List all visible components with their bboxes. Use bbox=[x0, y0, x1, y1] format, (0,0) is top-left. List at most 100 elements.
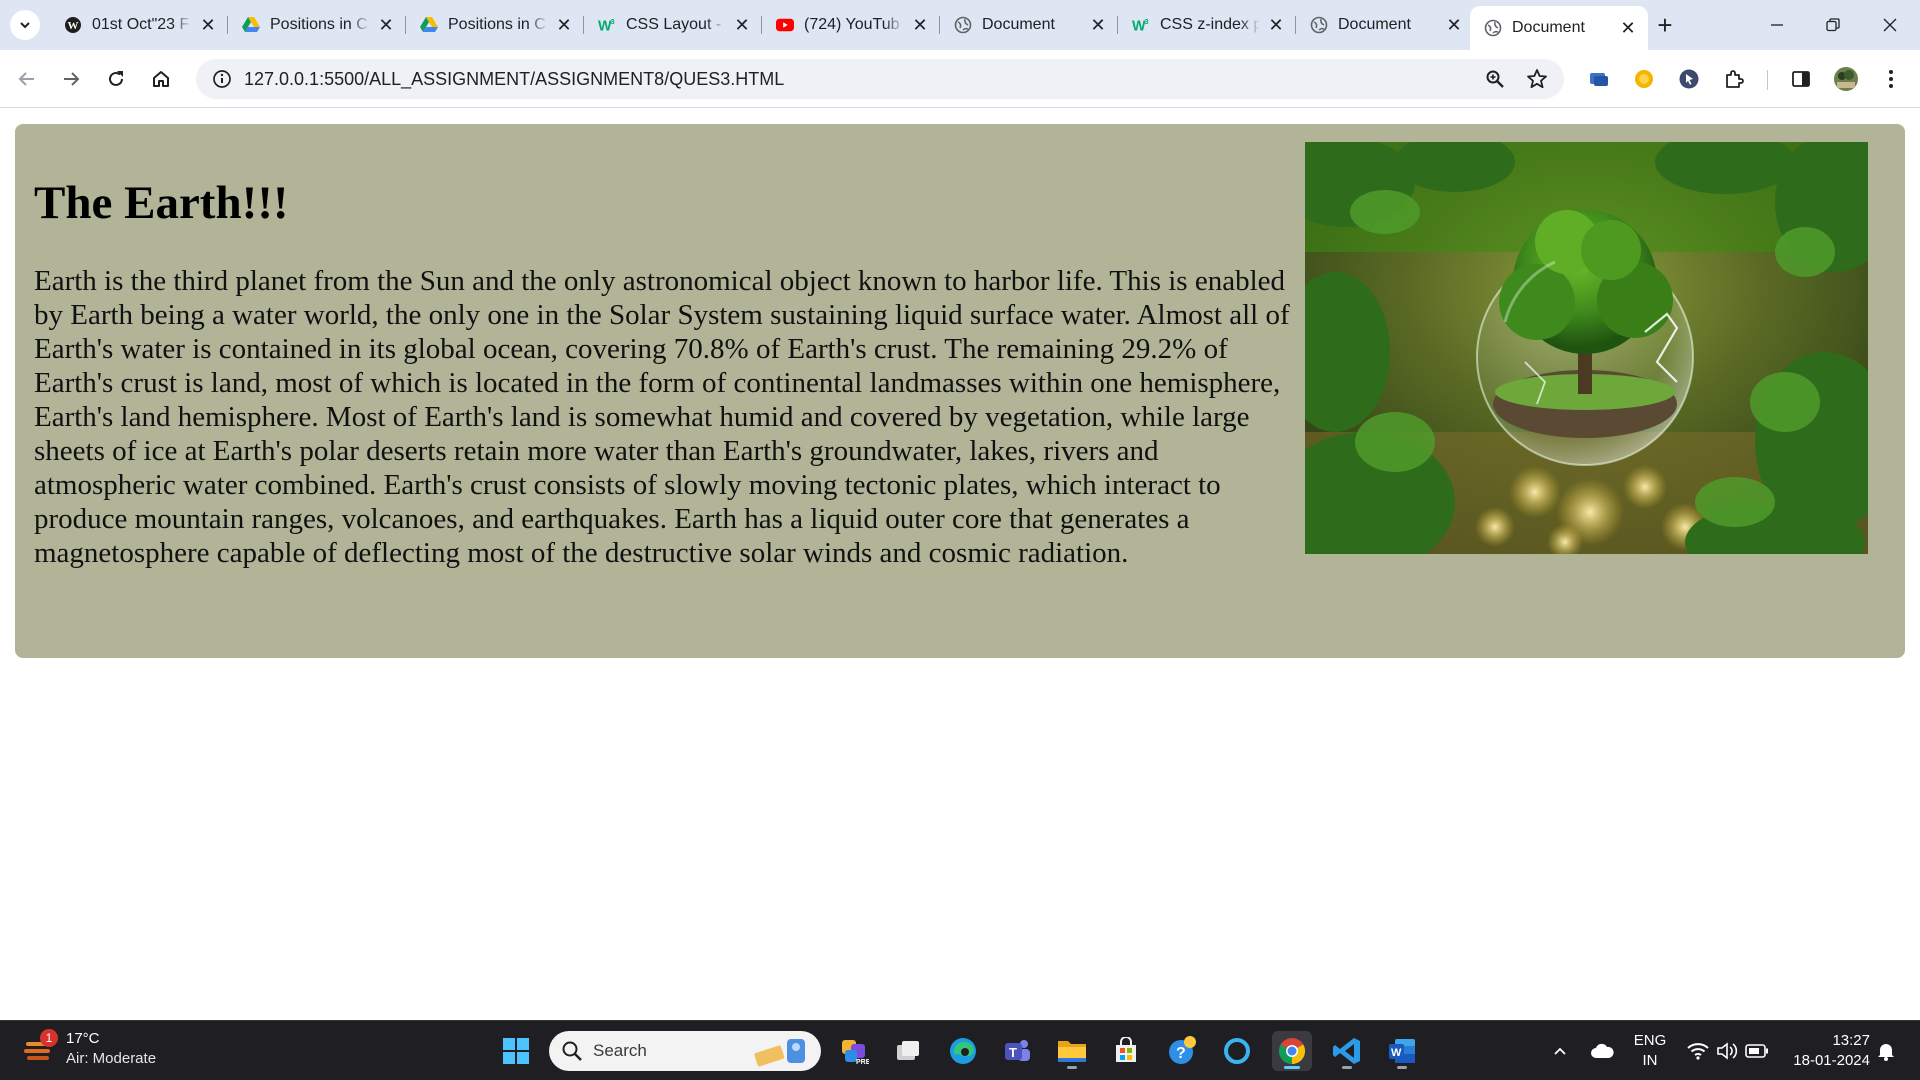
microsoft-store-app[interactable] bbox=[1106, 1031, 1146, 1071]
browser-menu-button[interactable] bbox=[1874, 62, 1908, 96]
extensions-menu-button[interactable] bbox=[1717, 62, 1751, 96]
back-button[interactable] bbox=[10, 62, 44, 96]
address-bar[interactable]: 127.0.0.1:5500/ALL_ASSIGNMENT/ASSIGNMENT… bbox=[196, 59, 1564, 99]
side-panel-icon bbox=[1792, 71, 1810, 87]
url-text[interactable]: 127.0.0.1:5500/ALL_ASSIGNMENT/ASSIGNMENT… bbox=[244, 69, 784, 90]
battery-tray[interactable] bbox=[1742, 1021, 1772, 1080]
get-help-app[interactable]: ? bbox=[1162, 1031, 1202, 1071]
reload-button[interactable] bbox=[99, 62, 133, 96]
task-view-app[interactable] bbox=[888, 1031, 928, 1071]
close-icon[interactable]: ✕ bbox=[554, 15, 574, 35]
globe-icon bbox=[954, 16, 972, 34]
browser-tab[interactable]: Positions in C ✕ bbox=[406, 8, 584, 42]
browser-tab[interactable]: Document ✕ bbox=[1296, 8, 1474, 42]
toolbar-divider bbox=[1767, 70, 1768, 90]
svg-text:3: 3 bbox=[611, 17, 615, 26]
youtube-icon bbox=[776, 16, 794, 34]
puzzle-icon bbox=[1726, 70, 1744, 88]
language-code: ENG bbox=[1633, 1032, 1667, 1049]
wordpress-icon: W bbox=[64, 16, 82, 34]
cloud-icon bbox=[1591, 1043, 1614, 1058]
page-title: The Earth!!! bbox=[34, 177, 289, 229]
earth-card: The Earth!!! Earth is the third planet f… bbox=[15, 124, 1905, 658]
help-icon: ? bbox=[1169, 1036, 1196, 1064]
close-window-button[interactable] bbox=[1870, 8, 1910, 42]
close-icon[interactable]: ✕ bbox=[732, 15, 752, 35]
browser-toolbar: 127.0.0.1:5500/ALL_ASSIGNMENT/ASSIGNMENT… bbox=[0, 50, 1920, 108]
close-icon[interactable]: ✕ bbox=[910, 15, 930, 35]
edge-app[interactable] bbox=[943, 1031, 983, 1071]
file-explorer-app[interactable] bbox=[1052, 1031, 1092, 1071]
onedrive-tray[interactable] bbox=[1586, 1021, 1618, 1080]
svg-text:T: T bbox=[1009, 1045, 1017, 1060]
google-drive-icon bbox=[420, 16, 438, 34]
minimize-icon bbox=[1771, 24, 1783, 26]
taskbar-search[interactable]: Search bbox=[549, 1031, 821, 1071]
chrome-app[interactable] bbox=[1272, 1031, 1312, 1071]
input-language[interactable]: ENG IN bbox=[1620, 1031, 1680, 1071]
bookmark-star-icon[interactable] bbox=[1520, 62, 1554, 96]
teams-app[interactable]: T bbox=[997, 1031, 1037, 1071]
tab-search-button[interactable] bbox=[10, 10, 40, 40]
cortana-app[interactable] bbox=[1217, 1031, 1257, 1071]
close-icon[interactable]: ✕ bbox=[1444, 15, 1464, 35]
close-icon[interactable]: ✕ bbox=[376, 15, 396, 35]
edge-icon bbox=[950, 1038, 976, 1064]
home-button[interactable] bbox=[144, 62, 178, 96]
close-icon[interactable]: ✕ bbox=[1088, 15, 1108, 35]
earth-paragraph: Earth is the third planet from the Sun a… bbox=[34, 265, 1290, 569]
tab-title: 01st Oct"23 F bbox=[92, 16, 190, 33]
new-tab-button[interactable]: + bbox=[1650, 10, 1680, 40]
search-icon bbox=[562, 1041, 582, 1061]
volume-tray[interactable] bbox=[1713, 1021, 1741, 1080]
region-code: IN bbox=[1642, 1052, 1658, 1069]
minimize-button[interactable] bbox=[1757, 8, 1797, 42]
browser-tab[interactable]: W3 CSS z-index p ✕ bbox=[1118, 8, 1296, 42]
word-icon: W bbox=[1389, 1039, 1415, 1063]
weather-icon: 1 bbox=[22, 1029, 58, 1066]
forward-button[interactable] bbox=[54, 62, 88, 96]
store-icon bbox=[1116, 1037, 1136, 1062]
extension-button[interactable] bbox=[1582, 62, 1616, 96]
weather-widget[interactable]: 1 17°C Air: Moderate bbox=[22, 1029, 156, 1069]
close-icon[interactable]: ✕ bbox=[1618, 18, 1638, 38]
teams-icon: T bbox=[1005, 1040, 1030, 1061]
speaker-icon bbox=[1717, 1042, 1738, 1060]
w3schools-icon: W3 bbox=[598, 16, 616, 34]
extension-button[interactable] bbox=[1672, 62, 1706, 96]
side-panel-button[interactable] bbox=[1784, 62, 1818, 96]
close-icon[interactable]: ✕ bbox=[1266, 15, 1286, 35]
start-button[interactable] bbox=[496, 1031, 536, 1071]
browser-tab[interactable]: (724) YouTub ✕ bbox=[762, 8, 940, 42]
close-icon[interactable]: ✕ bbox=[198, 15, 218, 35]
profile-avatar[interactable] bbox=[1829, 62, 1863, 96]
google-drive-icon bbox=[242, 16, 260, 34]
zoom-icon[interactable] bbox=[1478, 62, 1512, 96]
browser-tab-active[interactable]: Document ✕ bbox=[1470, 6, 1648, 50]
chevron-up-icon bbox=[1554, 1047, 1566, 1055]
browser-tab[interactable]: W 01st Oct"23 F ✕ bbox=[50, 8, 228, 42]
site-info-icon[interactable] bbox=[202, 59, 242, 99]
vscode-app[interactable] bbox=[1327, 1031, 1367, 1071]
browser-tab[interactable]: Positions in C ✕ bbox=[228, 8, 406, 42]
browser-tab[interactable]: Document ✕ bbox=[940, 8, 1118, 42]
svg-text:3: 3 bbox=[1145, 17, 1149, 26]
clock[interactable]: 13:27 18-01-2024 bbox=[1780, 1031, 1870, 1071]
restore-button[interactable] bbox=[1813, 8, 1853, 42]
show-hidden-icons-button[interactable] bbox=[1548, 1021, 1572, 1080]
copilot-app[interactable]: PRE bbox=[834, 1031, 874, 1071]
globe-icon bbox=[1310, 16, 1328, 34]
notifications-button[interactable] bbox=[1872, 1021, 1900, 1080]
windows-logo-icon bbox=[503, 1038, 529, 1064]
tab-strip: W 01st Oct"23 F ✕ Positions in C ✕ Posit… bbox=[0, 0, 1920, 50]
word-app[interactable]: W bbox=[1382, 1031, 1422, 1071]
more-vertical-icon bbox=[1889, 70, 1893, 88]
network-tray[interactable] bbox=[1684, 1021, 1712, 1080]
weather-temperature: 17°C bbox=[66, 1030, 100, 1047]
task-view-icon bbox=[897, 1041, 919, 1060]
svg-text:W: W bbox=[1391, 1047, 1402, 1059]
svg-text:PRE: PRE bbox=[856, 1059, 869, 1066]
notification-badge: 1 bbox=[40, 1029, 58, 1047]
browser-tab[interactable]: W3 CSS Layout - ✕ bbox=[584, 8, 762, 42]
extension-button[interactable] bbox=[1627, 62, 1661, 96]
